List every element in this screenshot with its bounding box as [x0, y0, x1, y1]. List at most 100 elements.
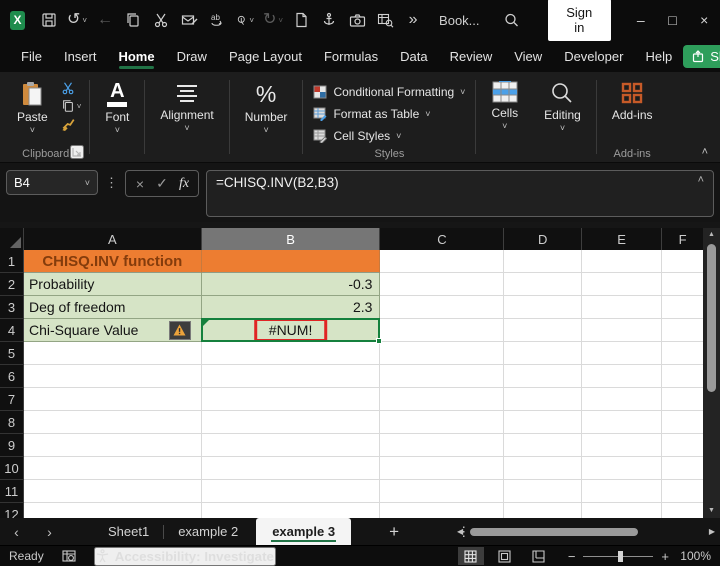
cell-a2[interactable]: Probability: [23, 273, 202, 296]
column-header-d[interactable]: D: [504, 228, 583, 250]
tab-insert[interactable]: Insert: [53, 42, 108, 71]
scroll-left-icon[interactable]: ◀: [457, 527, 463, 536]
name-box[interactable]: B4 ˅: [6, 170, 98, 195]
vertical-scrollbar[interactable]: ▲ ▼: [703, 228, 720, 518]
row-header-4[interactable]: 4: [0, 319, 24, 342]
cell[interactable]: [380, 342, 505, 365]
page-break-preview-icon[interactable]: [526, 547, 552, 565]
row-header-7[interactable]: 7: [0, 388, 24, 411]
zoom-out-icon[interactable]: −: [568, 549, 576, 564]
cell[interactable]: [504, 296, 583, 319]
insert-function-icon[interactable]: fx: [173, 176, 195, 192]
scroll-right-icon[interactable]: ▶: [709, 527, 715, 536]
cell[interactable]: [504, 457, 583, 480]
row-header-12[interactable]: 12: [0, 503, 24, 518]
cell[interactable]: [662, 480, 703, 503]
cell-a3[interactable]: Deg of freedom: [23, 296, 202, 319]
cell[interactable]: [380, 388, 505, 411]
tab-file[interactable]: File: [10, 42, 53, 71]
horizontal-scrollbar-thumb[interactable]: [470, 527, 639, 536]
tab-view[interactable]: View: [503, 42, 553, 71]
cell[interactable]: [582, 250, 663, 273]
paste-button[interactable]: Paste ˅: [8, 79, 57, 135]
toolbar-overflow-button[interactable]: »: [404, 7, 422, 33]
cut-icon[interactable]: [61, 81, 82, 95]
tab-page-layout[interactable]: Page Layout: [218, 42, 313, 71]
zoom-slider[interactable]: [583, 550, 654, 562]
cell[interactable]: [662, 411, 703, 434]
cell[interactable]: [201, 411, 381, 434]
touch-mode-button[interactable]: ˅: [236, 7, 254, 33]
row-header-10[interactable]: 10: [0, 457, 24, 480]
cell[interactable]: [23, 388, 202, 411]
cell[interactable]: [23, 480, 202, 503]
format-painter-icon[interactable]: [61, 117, 82, 131]
cell-b4-selected[interactable]: #NUM!: [200, 318, 383, 344]
cell[interactable]: [662, 434, 703, 457]
maximize-icon[interactable]: □: [657, 0, 689, 40]
scroll-up-icon[interactable]: ▲: [708, 228, 715, 241]
cell[interactable]: [504, 480, 583, 503]
replace-icon[interactable]: ab: [208, 7, 226, 33]
prev-sheet-icon[interactable]: ‹: [0, 524, 33, 540]
enter-check-icon[interactable]: ✓: [151, 175, 173, 192]
alignment-button[interactable]: Alignment ˅: [151, 79, 222, 133]
email-icon[interactable]: [180, 7, 198, 33]
cell[interactable]: [201, 434, 381, 457]
cell[interactable]: [504, 319, 583, 342]
cell[interactable]: [582, 388, 663, 411]
accessibility-status[interactable]: Accessibility: Investigate: [93, 546, 276, 566]
zoom-level[interactable]: 100%: [677, 549, 711, 563]
row-header-9[interactable]: 9: [0, 434, 24, 457]
cell[interactable]: [23, 411, 202, 434]
cell[interactable]: [23, 503, 202, 518]
sheet-tab-example-3-active[interactable]: example 3: [256, 518, 352, 545]
close-icon[interactable]: ×: [688, 0, 720, 40]
cell[interactable]: [504, 434, 583, 457]
zoom-in-icon[interactable]: +: [661, 549, 669, 564]
format-as-table-button[interactable]: Format as Table ˅: [313, 104, 465, 123]
editing-button[interactable]: Editing ˅: [535, 79, 590, 133]
cell[interactable]: [201, 457, 381, 480]
table-search-icon[interactable]: [376, 7, 394, 33]
clipboard-dialog-launcher-icon[interactable]: [70, 145, 85, 159]
cell[interactable]: [23, 342, 202, 365]
tab-draw[interactable]: Draw: [166, 42, 218, 71]
save-icon[interactable]: [40, 7, 58, 33]
cell[interactable]: [662, 503, 703, 518]
cell[interactable]: [662, 342, 703, 365]
zoom-slider-thumb[interactable]: [618, 550, 624, 562]
cell[interactable]: [201, 503, 381, 518]
cell[interactable]: [380, 434, 505, 457]
row-header-2[interactable]: 2: [0, 273, 24, 296]
cell-b2[interactable]: -0.3: [201, 273, 381, 296]
cell[interactable]: [504, 342, 583, 365]
sheet-tab-sheet1[interactable]: Sheet1: [94, 518, 163, 545]
collapse-ribbon-icon[interactable]: ˄: [702, 146, 708, 158]
cell[interactable]: [582, 457, 663, 480]
cell[interactable]: [504, 411, 583, 434]
back-arrow-icon[interactable]: ←: [96, 7, 114, 33]
cell[interactable]: [380, 365, 505, 388]
select-all-corner[interactable]: [0, 228, 24, 250]
cell[interactable]: [23, 434, 202, 457]
row-header-5[interactable]: 5: [0, 342, 24, 365]
tab-home[interactable]: Home: [107, 42, 165, 71]
cell[interactable]: [582, 365, 663, 388]
search-icon[interactable]: [503, 7, 521, 33]
cell[interactable]: [662, 365, 703, 388]
cell[interactable]: [23, 457, 202, 480]
cell[interactable]: [380, 319, 505, 342]
cell[interactable]: [504, 388, 583, 411]
page-layout-view-icon[interactable]: [492, 547, 518, 565]
error-smart-tag-button[interactable]: [168, 320, 191, 340]
cell-styles-button[interactable]: Cell Styles ˅: [313, 126, 465, 145]
addins-button[interactable]: Add-ins: [603, 79, 662, 124]
cell[interactable]: [582, 503, 663, 518]
column-header-c[interactable]: C: [380, 228, 505, 250]
cell-a4[interactable]: Chi-Square Value: [23, 319, 202, 342]
cell[interactable]: [582, 434, 663, 457]
conditional-formatting-button[interactable]: Conditional Formatting ˅: [313, 82, 465, 101]
tab-data[interactable]: Data: [389, 42, 438, 71]
cell[interactable]: [504, 365, 583, 388]
